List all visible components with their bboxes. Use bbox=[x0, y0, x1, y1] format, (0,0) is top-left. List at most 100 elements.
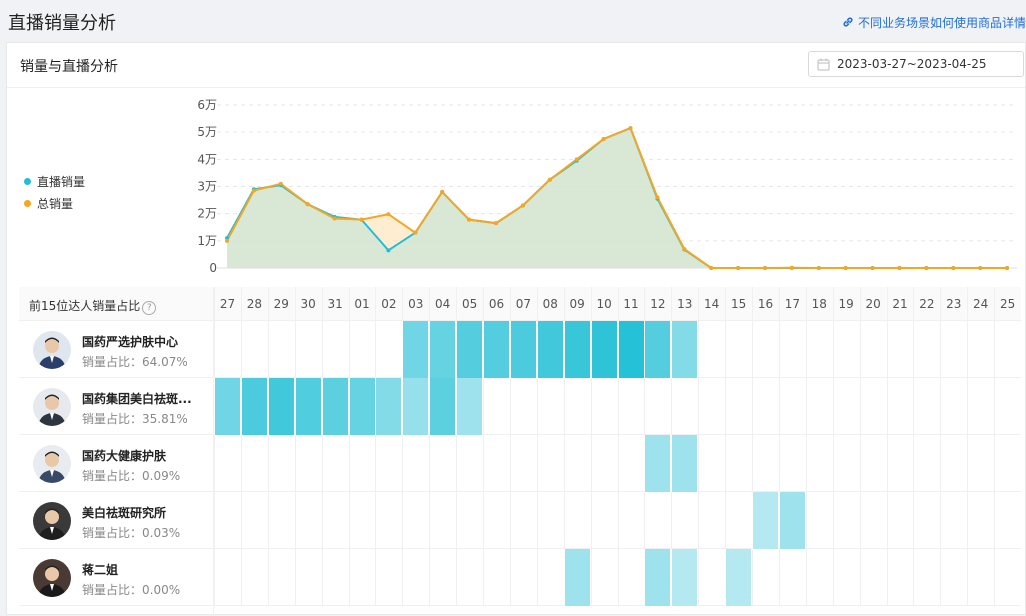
help-link[interactable]: 不同业务场景如何使用商品详情 bbox=[841, 14, 1026, 31]
total-sales-point bbox=[870, 266, 875, 270]
heatmap-cell bbox=[348, 549, 375, 606]
influencer-name[interactable]: 国药大健康护肤 bbox=[82, 447, 166, 464]
influencer-row[interactable]: 国药集团美白祛斑... 销量占比：35.81% bbox=[19, 378, 1021, 435]
total-sales-point bbox=[951, 266, 956, 270]
heatmap-cell bbox=[698, 378, 724, 435]
heatmap-cell[interactable] bbox=[752, 492, 778, 549]
heatmap-cell bbox=[886, 549, 913, 606]
heatmap-cell bbox=[214, 435, 240, 492]
heatmap-cell[interactable] bbox=[321, 378, 348, 435]
heatmap-cell[interactable] bbox=[590, 321, 617, 378]
heatmap-cell[interactable] bbox=[563, 549, 590, 606]
heatmap-cell bbox=[778, 321, 805, 378]
help-icon[interactable]: ? bbox=[142, 301, 157, 315]
influencer-share: 销量占比：35.81% bbox=[82, 412, 188, 426]
heatmap-cell[interactable] bbox=[483, 321, 509, 378]
influencer-name[interactable]: 国药集团美白祛斑... bbox=[82, 390, 192, 407]
heatmap-cell bbox=[617, 549, 644, 606]
heatmap-cell[interactable] bbox=[348, 378, 375, 435]
heatmap-cell bbox=[456, 492, 482, 549]
heatmap-cell[interactable] bbox=[509, 321, 536, 378]
heatmap-cell[interactable] bbox=[671, 435, 698, 492]
heatmap-cell bbox=[725, 378, 751, 435]
sales-line-chart: 6万 5万 4万 3万 2万 1万 0 bbox=[197, 98, 1018, 275]
y-tick-label: 3万 bbox=[197, 180, 217, 194]
heatmap-cell[interactable] bbox=[267, 378, 294, 435]
heatmap-cell[interactable] bbox=[671, 321, 698, 378]
heatmap-cell[interactable] bbox=[671, 549, 698, 606]
heatmap-cell bbox=[752, 549, 778, 606]
heatmap-cell bbox=[940, 378, 966, 435]
heatmap-cell bbox=[214, 549, 240, 606]
heatmap-cell[interactable] bbox=[563, 321, 590, 378]
influencer-row[interactable]: 国药严选护肤中心 销量占比：64.07% bbox=[19, 321, 1021, 378]
heatmap-cell bbox=[698, 549, 724, 606]
heatmap-cell bbox=[267, 549, 294, 606]
heatmap-cell[interactable] bbox=[402, 321, 429, 378]
column-divider bbox=[213, 287, 214, 616]
heatmap-cell bbox=[967, 435, 993, 492]
heatmap-cell[interactable] bbox=[429, 321, 456, 378]
heatmap-cell bbox=[429, 492, 455, 549]
heatmap-cell[interactable] bbox=[536, 321, 563, 378]
heatmap-cell bbox=[805, 435, 832, 492]
heatmap-cell bbox=[940, 321, 966, 378]
total-sales-point bbox=[278, 181, 283, 186]
heatmap-cell bbox=[402, 435, 428, 492]
heatmap-cell bbox=[590, 549, 617, 606]
avatar bbox=[33, 388, 71, 426]
heatmap-cell bbox=[644, 378, 670, 435]
heatmap-cell bbox=[509, 378, 536, 435]
heatmap-cell bbox=[321, 435, 348, 492]
heatmap-cell bbox=[725, 492, 751, 549]
heatmap-cell bbox=[994, 435, 1020, 492]
heatmap-cell bbox=[402, 492, 428, 549]
heatmap-cell[interactable] bbox=[240, 378, 267, 435]
heatmap-cell[interactable] bbox=[429, 378, 456, 435]
heatmap-cell[interactable] bbox=[644, 435, 671, 492]
influencer-row[interactable]: 国药大健康护肤销量占比：0.09% bbox=[19, 435, 1021, 492]
influencer-row[interactable]: 蒋二姐 销量占比：0.00% bbox=[19, 549, 1021, 606]
heatmap-cell[interactable] bbox=[725, 549, 752, 606]
heatmap-cell[interactable] bbox=[456, 321, 483, 378]
date-range-picker[interactable]: 2023-03-27~2023-04-25 bbox=[808, 51, 1024, 77]
total-sales-point bbox=[332, 216, 337, 221]
heatmap-cell bbox=[348, 492, 375, 549]
heatmap-cell bbox=[536, 492, 563, 549]
heatmap-cell bbox=[940, 435, 966, 492]
heatmap-cell[interactable] bbox=[375, 378, 402, 435]
heatmap-cell bbox=[698, 492, 724, 549]
heatmap-cell[interactable] bbox=[778, 492, 805, 549]
total-sales-point bbox=[359, 217, 364, 222]
heatmap-cell bbox=[725, 435, 751, 492]
heatmap-cell bbox=[886, 492, 913, 549]
day-column-header: 17 bbox=[778, 287, 805, 321]
day-column-header: 24 bbox=[967, 287, 993, 321]
y-tick-label: 2万 bbox=[197, 207, 217, 221]
heatmap-cell[interactable] bbox=[644, 321, 671, 378]
day-column-header: 14 bbox=[698, 287, 724, 321]
live-area bbox=[227, 128, 1008, 268]
day-column-header: 15 bbox=[725, 287, 751, 321]
heatmap-cell bbox=[940, 492, 966, 549]
heatmap-cell[interactable] bbox=[644, 549, 671, 606]
day-column-header: 29 bbox=[267, 287, 294, 321]
heatmap-cell bbox=[456, 435, 482, 492]
influencer-share: 销量占比：0.09% bbox=[82, 469, 181, 483]
heatmap-cell[interactable] bbox=[456, 378, 483, 435]
heatmap-cell[interactable] bbox=[617, 321, 644, 378]
influencer-row[interactable]: 美白祛斑研究所 销量占比：0.03% bbox=[19, 492, 1021, 549]
heatmap-cell[interactable] bbox=[214, 378, 240, 435]
influencer-name[interactable]: 蒋二姐 bbox=[82, 561, 118, 578]
heatmap-cell[interactable] bbox=[402, 378, 429, 435]
day-column-header: 04 bbox=[429, 287, 455, 321]
date-range-value: 2023-03-27~2023-04-25 bbox=[837, 57, 987, 71]
heatmap-cell[interactable] bbox=[294, 378, 321, 435]
y-tick-label: 4万 bbox=[197, 152, 217, 166]
heatmap-cell bbox=[483, 492, 509, 549]
influencer-name[interactable]: 美白祛斑研究所 bbox=[82, 504, 166, 521]
influencer-name[interactable]: 国药严选护肤中心 bbox=[82, 333, 178, 350]
day-column-header: 28 bbox=[240, 287, 267, 321]
heatmap-cell bbox=[913, 492, 939, 549]
heatmap-cell bbox=[240, 435, 267, 492]
